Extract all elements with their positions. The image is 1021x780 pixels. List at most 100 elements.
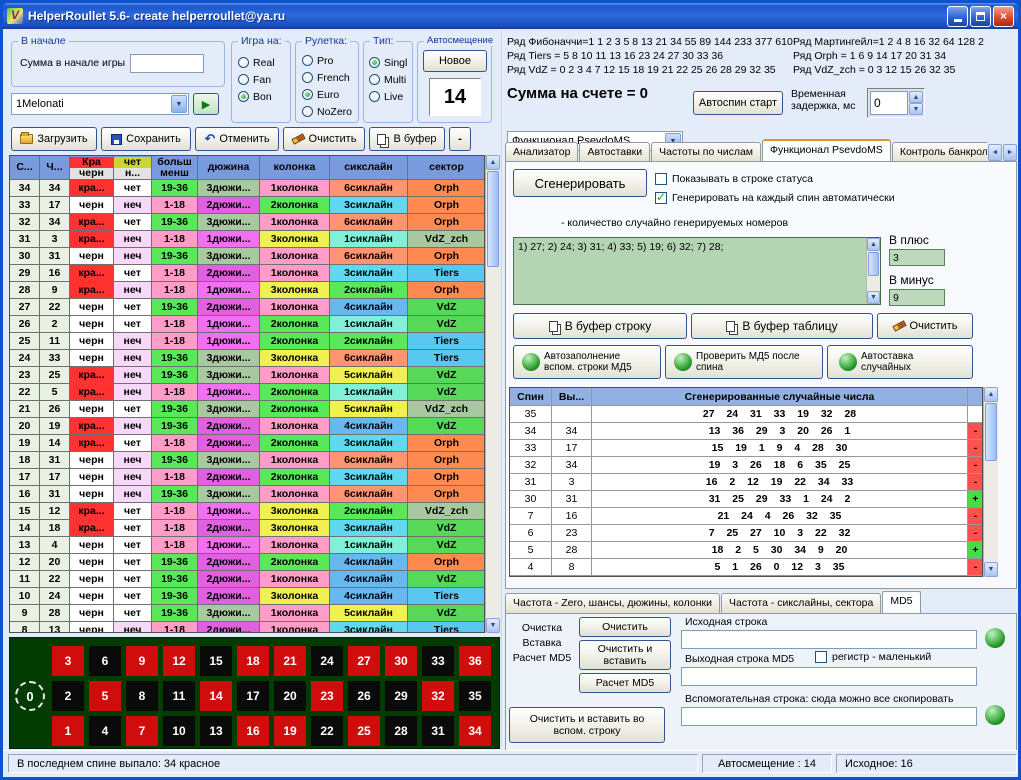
spin-cell[interactable]: 25 (10, 333, 40, 350)
dozen-cell[interactable]: 2дюжи... (198, 622, 260, 633)
color-cell[interactable]: черн (70, 486, 114, 503)
spins-spin-cell[interactable]: 5 (510, 542, 552, 559)
number-cell[interactable]: 11 (40, 333, 70, 350)
parity-cell[interactable]: неч (114, 350, 152, 367)
spinner-up-icon[interactable]: ▲ (909, 91, 923, 103)
spins-numbers-cell[interactable]: 19 3 26 18 6 35 25 (592, 457, 968, 474)
tab-Анализатор[interactable]: Анализатор (505, 142, 578, 162)
spinner-down-icon[interactable]: ▼ (909, 103, 923, 115)
dozen-cell[interactable]: 3дюжи... (198, 180, 260, 197)
sixline-cell[interactable]: 3сиклайн (330, 265, 408, 282)
sixline-cell[interactable]: 2сиклайн (330, 503, 408, 520)
range-cell[interactable]: 1-18 (152, 435, 198, 452)
sixline-cell[interactable]: 6сиклайн (330, 214, 408, 231)
column-cell[interactable]: 1колонка (260, 571, 330, 588)
spins-numbers-cell[interactable]: 21 24 4 26 32 35 (592, 508, 968, 525)
parity-cell[interactable]: неч (114, 452, 152, 469)
number-cell[interactable]: 31 (40, 486, 70, 503)
board-number-6[interactable]: 6 (89, 646, 121, 676)
dozen-cell[interactable]: 2дюжи... (198, 588, 260, 605)
scroll-up-icon[interactable]: ▲ (984, 387, 998, 402)
color-cell[interactable]: кра... (70, 503, 114, 520)
sixline-cell[interactable]: 5сиклайн (330, 401, 408, 418)
board-number-4[interactable]: 4 (89, 716, 121, 746)
color-cell[interactable]: черн (70, 401, 114, 418)
scrollbar-thumb[interactable] (868, 252, 879, 276)
status-line-checkbox[interactable]: Показывать в строке статуса (655, 173, 813, 185)
column-cell[interactable]: 2колонка (260, 469, 330, 486)
column-cell[interactable]: 1колонка (260, 452, 330, 469)
dozen-cell[interactable]: 2дюжи... (198, 265, 260, 282)
sector-cell[interactable]: VdZ_zch (408, 231, 485, 248)
radio-option-Fan[interactable]: Fan (238, 71, 275, 88)
range-cell[interactable]: 1-18 (152, 384, 198, 401)
dozen-cell[interactable]: 1дюжи... (198, 316, 260, 333)
sixline-cell[interactable]: 3сиклайн (330, 435, 408, 452)
autobet-button[interactable]: Автоставка случайных (827, 345, 973, 379)
color-cell[interactable]: черн (70, 605, 114, 622)
radio-option-Pro[interactable]: Pro (302, 52, 352, 69)
spins-spin-cell[interactable]: 33 (510, 440, 552, 457)
board-number-2[interactable]: 2 (52, 681, 84, 711)
sixline-cell[interactable]: 1сиклайн (330, 537, 408, 554)
color-cell[interactable]: черн (70, 554, 114, 571)
range-cell[interactable]: 19-36 (152, 214, 198, 231)
sixline-cell[interactable]: 5сиклайн (330, 367, 408, 384)
spin-cell[interactable]: 32 (10, 214, 40, 231)
board-number-26[interactable]: 26 (348, 681, 380, 711)
scroll-up-icon[interactable]: ▲ (867, 238, 880, 251)
column-cell[interactable]: 1колонка (260, 486, 330, 503)
color-cell[interactable]: кра... (70, 367, 114, 384)
range-cell[interactable]: 19-36 (152, 588, 198, 605)
range-cell[interactable]: 19-36 (152, 299, 198, 316)
register-checkbox[interactable]: регистр - маленький (815, 651, 931, 663)
spins-numbers-cell[interactable]: 15 19 1 9 4 28 30 (592, 440, 968, 457)
sixline-cell[interactable]: 1сиклайн (330, 316, 408, 333)
range-cell[interactable]: 19-36 (152, 605, 198, 622)
parity-cell[interactable]: чет (114, 401, 152, 418)
sector-cell[interactable]: Tiers (408, 265, 485, 282)
number-cell[interactable]: 22 (40, 571, 70, 588)
board-number-3[interactable]: 3 (52, 646, 84, 676)
board-number-15[interactable]: 15 (200, 646, 232, 676)
spin-cell[interactable]: 20 (10, 418, 40, 435)
range-cell[interactable]: 1-18 (152, 622, 198, 633)
spin-cell[interactable]: 23 (10, 367, 40, 384)
dozen-cell[interactable]: 1дюжи... (198, 333, 260, 350)
parity-cell[interactable]: неч (114, 333, 152, 350)
spins-win-cell[interactable]: 3 (552, 474, 592, 491)
number-cell[interactable]: 18 (40, 520, 70, 537)
generated-textarea[interactable]: 1) 27; 2) 24; 3) 31; 4) 33; 5) 19; 6) 32… (513, 237, 881, 305)
parity-cell[interactable]: неч (114, 418, 152, 435)
column-cell[interactable]: 3колонка (260, 503, 330, 520)
column-cell[interactable]: 1колонка (260, 180, 330, 197)
sector-cell[interactable]: Tiers (408, 622, 485, 633)
range-cell[interactable]: 1-18 (152, 537, 198, 554)
spins-win-cell[interactable]: 34 (552, 457, 592, 474)
range-cell[interactable]: 19-36 (152, 367, 198, 384)
board-number-36[interactable]: 36 (459, 646, 491, 676)
sector-cell[interactable]: Orph (408, 282, 485, 299)
number-cell[interactable]: 9 (40, 282, 70, 299)
sixline-cell[interactable]: 3сиклайн (330, 469, 408, 486)
column-cell[interactable]: 1колонка (260, 214, 330, 231)
spin-cell[interactable]: 15 (10, 503, 40, 520)
parity-cell[interactable]: чет (114, 588, 152, 605)
spins-spin-cell[interactable]: 34 (510, 423, 552, 440)
parity-cell[interactable]: неч (114, 367, 152, 384)
board-number-17[interactable]: 17 (237, 681, 269, 711)
spins-win-cell[interactable]: 31 (552, 491, 592, 508)
clear-button[interactable]: Очистить (283, 127, 365, 151)
board-number-14[interactable]: 14 (200, 681, 232, 711)
column-cell[interactable]: 3колонка (260, 588, 330, 605)
board-number-33[interactable]: 33 (422, 646, 454, 676)
sixline-cell[interactable]: 6сиклайн (330, 248, 408, 265)
preset-combo[interactable]: 1Melonati ▼ (11, 93, 189, 115)
radio-option-Real[interactable]: Real (238, 54, 275, 71)
board-number-34[interactable]: 34 (459, 716, 491, 746)
autospin-button[interactable]: Автоспин старт (693, 91, 783, 115)
color-cell[interactable]: черн (70, 469, 114, 486)
scroll-down-icon[interactable]: ▼ (984, 562, 998, 577)
spin-cell[interactable]: 28 (10, 282, 40, 299)
board-number-30[interactable]: 30 (385, 646, 417, 676)
